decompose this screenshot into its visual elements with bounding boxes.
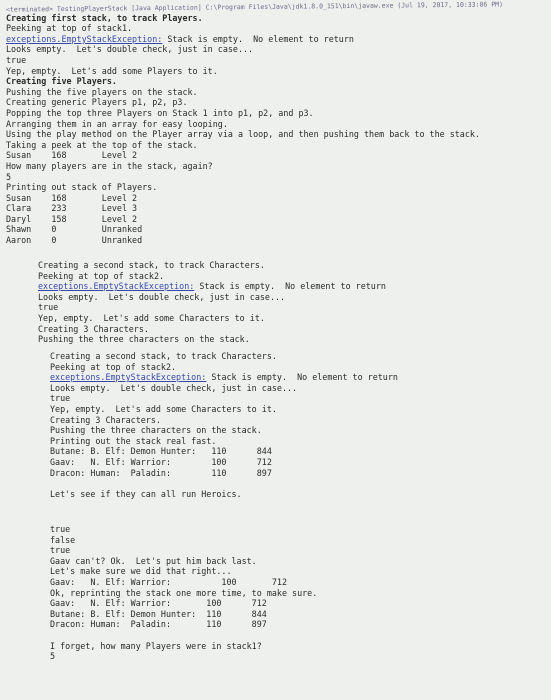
console-line: Ok, reprinting the stack one more time, … <box>50 587 318 598</box>
console-block-2: Creating a second stack, to track Charac… <box>38 260 386 345</box>
console-line: Creating 3 Characters. <box>38 323 149 334</box>
console-line: false <box>50 534 76 545</box>
console-line: Creating generic Players p1, p2, p3. <box>6 97 188 108</box>
console-line: Susan 168 Level 2 <box>6 150 138 161</box>
console-line: 5 <box>50 651 56 662</box>
console-line: exceptions.EmptyStackException: Stack is… <box>38 281 386 292</box>
exception-link[interactable]: exceptions.EmptyStackException: <box>6 34 162 44</box>
exception-link[interactable]: exceptions.EmptyStackException: <box>38 281 194 291</box>
console-line: Let's make sure we did that right... <box>50 566 232 577</box>
console-line: I forget, how many Players were in stack… <box>50 640 262 651</box>
console-line: Pushing the three characters on the stac… <box>50 425 262 436</box>
console-line: Looks empty. Let's double check, just in… <box>50 382 298 393</box>
exception-link[interactable]: exceptions.EmptyStackException: <box>50 372 206 382</box>
console-line: true <box>50 545 71 556</box>
console-line: How many players are in the stack, again… <box>6 160 213 171</box>
console-line: true <box>50 393 71 404</box>
console-line: Yep, empty. Let's add some Characters to… <box>50 403 277 414</box>
console-line: Creating 3 Characters. <box>50 414 161 425</box>
console-line: true <box>38 302 59 313</box>
console-line: Gaav: N. Elf: Warrior: 100 712 <box>50 598 267 609</box>
console-line: Gaav: N. Elf: Warrior: 100 712 <box>50 456 272 467</box>
console-line-text: Stack is empty. No element to return <box>162 33 354 44</box>
console-line: Looks empty. Let's double check, just in… <box>6 44 254 55</box>
console-line: Yep, empty. Let's add some Characters to… <box>38 312 265 323</box>
console-line: exceptions.EmptyStackException: Stack is… <box>6 34 503 45</box>
console-line: Taking a peek at the top of the stack. <box>6 139 198 150</box>
console-block-1: <terminated> TestingPlayerStack [Java Ap… <box>6 0 503 246</box>
console-line: Looks empty. Let's double check, just in… <box>38 291 286 302</box>
console-line: Pushing the three characters on the stac… <box>38 334 250 345</box>
console-line: Susan 168 Level 2 <box>6 192 138 203</box>
console-line: Gaav can't? Ok. Let's put him back last. <box>50 555 257 566</box>
console-line: Creating a second stack, to track Charac… <box>50 351 277 361</box>
console-line: Gaav: N. Elf: Warrior: 100 712 <box>50 576 287 587</box>
console-line: true <box>6 54 27 65</box>
console-line: 5 <box>6 171 12 182</box>
console-line: Butane: B. Elf: Demon Hunter: 110 844 <box>50 446 272 457</box>
console-line: Using the play method on the Player arra… <box>6 129 480 140</box>
console-line: Peeking at top of stack2. <box>38 270 165 281</box>
console-line-text: Stack is empty. No element to return <box>194 281 386 292</box>
console-line: Creating five Players. <box>6 76 117 87</box>
console-line: Dracon: Human: Paladin: 110 897 <box>50 619 267 630</box>
console-line: true <box>50 524 71 534</box>
console-line: Creating a second stack, to track Charac… <box>38 260 265 270</box>
console-line: Daryl 158 Level 2 <box>6 213 138 224</box>
console-line: Clara 233 Level 3 <box>6 203 138 214</box>
console-line: Peeking at top of stack2. <box>50 361 177 372</box>
console-line: Aaron 0 Unranked <box>6 235 143 246</box>
console-line: Arranging them in an array for easy loop… <box>6 118 228 129</box>
console-line: Peeking at top of stack1. <box>6 23 133 34</box>
console-line: Printing out the stack real fast. <box>50 435 217 446</box>
console-line: Popping the top three Players on Stack 1… <box>6 107 314 118</box>
console-line: exceptions.EmptyStackException: Stack is… <box>50 372 398 383</box>
console-line: Dracon: Human: Paladin: 110 897 <box>50 467 272 478</box>
console-line: Let's see if they can all run Heroics. <box>50 488 242 499</box>
console-line: Butane: B. Elf: Demon Hunter: 110 844 <box>50 608 267 619</box>
console-line: Pushing the five players on the stack. <box>6 86 198 97</box>
console-line: Yep, empty. Let's add some Players to it… <box>6 65 218 76</box>
console-line: Shawn 0 Unranked <box>6 224 143 235</box>
console-block-4: true false true Gaav can't? Ok. Let's put h… <box>50 524 317 662</box>
console-output: <terminated> TestingPlayerStack [Java Ap… <box>0 0 551 700</box>
console-block-3: Creating a second stack, to track Charac… <box>50 351 398 499</box>
console-line: Printing out stack of Players. <box>6 182 158 193</box>
console-line-text: Stack is empty. No element to return <box>206 372 398 383</box>
